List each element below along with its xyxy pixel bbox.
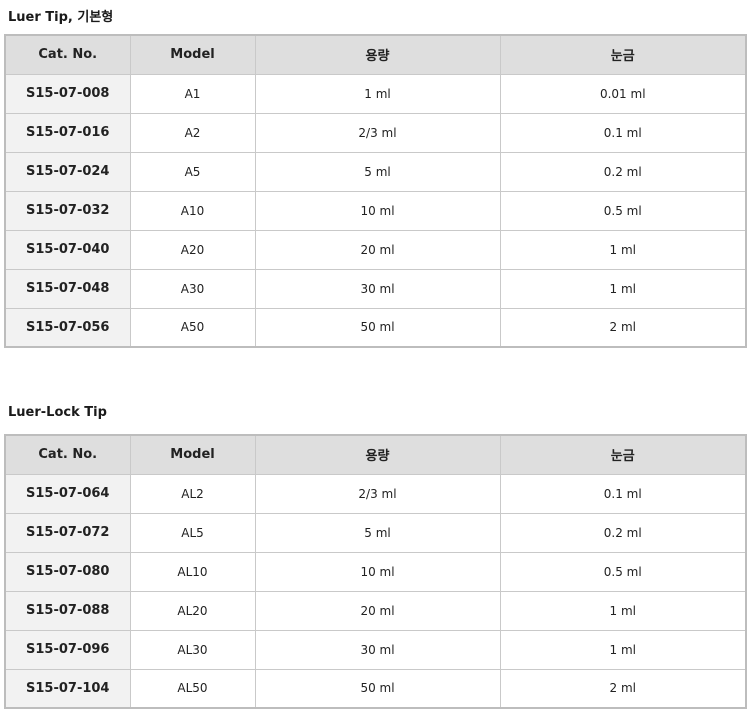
table-row: S15-07-072 AL5 5 ml 0.2 ml <box>4 512 747 553</box>
cell-cat-no: S15-07-080 <box>4 551 131 592</box>
table-row: S15-07-096 AL30 30 ml 1 ml <box>4 629 747 670</box>
table-row: S15-07-064 AL2 2/3 ml 0.1 ml <box>4 473 747 514</box>
cell-model: A20 <box>129 229 256 270</box>
cell-model: AL2 <box>129 473 256 514</box>
table-row: S15-07-024 A5 5 ml 0.2 ml <box>4 151 747 192</box>
table-row: S15-07-048 A30 30 ml 1 ml <box>4 268 747 309</box>
cell-graduation: 0.2 ml <box>499 151 747 192</box>
column-header-model: Model <box>129 34 256 75</box>
table-row: S15-07-016 A2 2/3 ml 0.1 ml <box>4 112 747 153</box>
cell-cat-no: S15-07-072 <box>4 512 131 553</box>
spec-table-luer-lock-tip: Cat. No. Model 용량 눈금 S15-07-064 AL2 2/3 ml 0.1… <box>4 434 747 709</box>
cell-capacity: 20 ml <box>254 229 501 270</box>
cell-model: AL20 <box>129 590 256 631</box>
table-header-row: Cat. No. Model 용량 눈금 <box>4 434 747 475</box>
cell-model: A30 <box>129 268 256 309</box>
column-header-cat-no: Cat. No. <box>4 34 131 75</box>
cell-capacity: 10 ml <box>254 551 501 592</box>
table-row: S15-07-104 AL50 50 ml 2 ml <box>4 668 747 709</box>
column-header-capacity: 용량 <box>254 34 501 75</box>
column-header-cat-no: Cat. No. <box>4 434 131 475</box>
cell-graduation: 2 ml <box>499 668 747 709</box>
cell-cat-no: S15-07-056 <box>4 307 131 348</box>
table-header-row: Cat. No. Model 용량 눈금 <box>4 34 747 75</box>
cell-capacity: 2/3 ml <box>254 473 501 514</box>
cell-model: AL50 <box>129 668 256 709</box>
cell-cat-no: S15-07-024 <box>4 151 131 192</box>
table-row: S15-07-032 A10 10 ml 0.5 ml <box>4 190 747 231</box>
section-title-luer-lock-tip: Luer-Lock Tip <box>8 405 107 420</box>
cell-model: AL10 <box>129 551 256 592</box>
cell-capacity: 50 ml <box>254 307 501 348</box>
cell-capacity: 5 ml <box>254 512 501 553</box>
cell-graduation: 0.01 ml <box>499 73 747 114</box>
cell-graduation: 0.5 ml <box>499 190 747 231</box>
cell-model: A2 <box>129 112 256 153</box>
table-row: S15-07-040 A20 20 ml 1 ml <box>4 229 747 270</box>
cell-model: A1 <box>129 73 256 114</box>
cell-capacity: 50 ml <box>254 668 501 709</box>
cell-graduation: 2 ml <box>499 307 747 348</box>
cell-cat-no: S15-07-104 <box>4 668 131 709</box>
table-row: S15-07-008 A1 1 ml 0.01 ml <box>4 73 747 114</box>
table-row: S15-07-088 AL20 20 ml 1 ml <box>4 590 747 631</box>
cell-cat-no: S15-07-088 <box>4 590 131 631</box>
cell-capacity: 2/3 ml <box>254 112 501 153</box>
cell-graduation: 0.5 ml <box>499 551 747 592</box>
cell-graduation: 1 ml <box>499 229 747 270</box>
spec-table-luer-tip: Cat. No. Model 용량 눈금 S15-07-008 A1 1 ml 0.01 m… <box>4 34 747 348</box>
cell-model: AL30 <box>129 629 256 670</box>
table-row: S15-07-056 A50 50 ml 2 ml <box>4 307 747 348</box>
cell-graduation: 0.1 ml <box>499 473 747 514</box>
cell-cat-no: S15-07-008 <box>4 73 131 114</box>
cell-capacity: 30 ml <box>254 268 501 309</box>
cell-cat-no: S15-07-016 <box>4 112 131 153</box>
cell-graduation: 1 ml <box>499 590 747 631</box>
cell-graduation: 1 ml <box>499 268 747 309</box>
cell-model: A50 <box>129 307 256 348</box>
table-row: S15-07-080 AL10 10 ml 0.5 ml <box>4 551 747 592</box>
cell-cat-no: S15-07-096 <box>4 629 131 670</box>
cell-graduation: 0.2 ml <box>499 512 747 553</box>
cell-capacity: 5 ml <box>254 151 501 192</box>
column-header-graduation: 눈금 <box>499 434 747 475</box>
cell-cat-no: S15-07-032 <box>4 190 131 231</box>
column-header-graduation: 눈금 <box>499 34 747 75</box>
column-header-capacity: 용량 <box>254 434 501 475</box>
cell-model: AL5 <box>129 512 256 553</box>
column-header-model: Model <box>129 434 256 475</box>
cell-graduation: 1 ml <box>499 629 747 670</box>
cell-graduation: 0.1 ml <box>499 112 747 153</box>
cell-capacity: 20 ml <box>254 590 501 631</box>
cell-model: A10 <box>129 190 256 231</box>
cell-cat-no: S15-07-064 <box>4 473 131 514</box>
cell-capacity: 10 ml <box>254 190 501 231</box>
cell-model: A5 <box>129 151 256 192</box>
section-title-luer-tip: Luer Tip, 기본형 <box>8 10 114 25</box>
cell-cat-no: S15-07-040 <box>4 229 131 270</box>
cell-capacity: 30 ml <box>254 629 501 670</box>
cell-capacity: 1 ml <box>254 73 501 114</box>
cell-cat-no: S15-07-048 <box>4 268 131 309</box>
